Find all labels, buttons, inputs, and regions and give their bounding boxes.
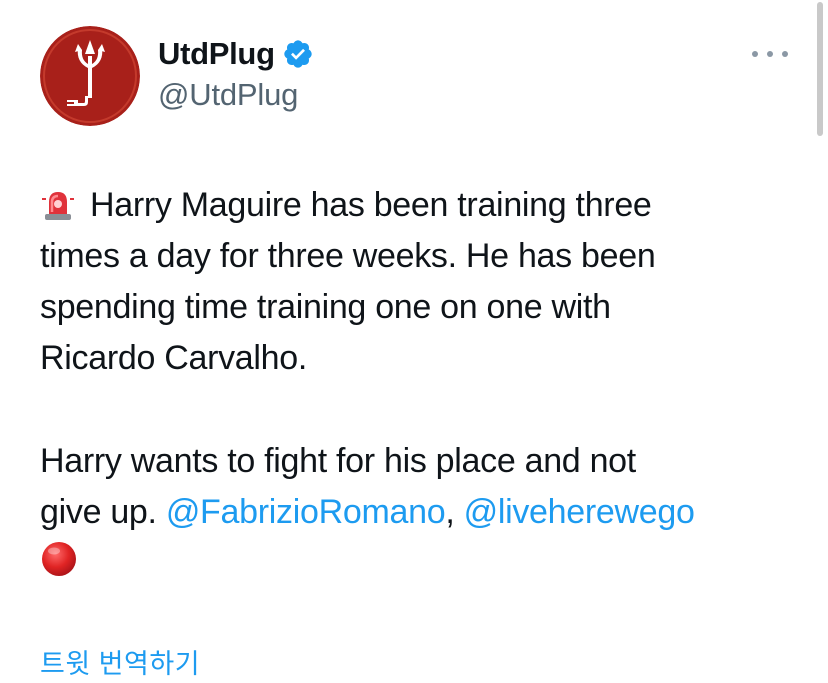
display-name[interactable]: UtdPlug	[158, 36, 275, 72]
tweet-line-7	[40, 538, 800, 589]
tweet-text: Harry Maguire has been training three ti…	[40, 180, 800, 589]
scrollbar[interactable]	[817, 2, 823, 136]
tweet-line: Harry Maguire has been training three	[40, 180, 800, 231]
translate-tweet-link[interactable]: 트윗 번역하기	[40, 642, 200, 681]
trident-plug-logo-icon	[40, 26, 140, 126]
more-options-button[interactable]	[752, 42, 788, 66]
tweet-line-3: spending time training one on one with	[40, 288, 611, 326]
verified-badge-icon	[282, 38, 314, 70]
mention-liveherewego[interactable]: @liveherewego	[464, 493, 695, 531]
tweet-line-2: times a day for three weeks. He has been	[40, 237, 656, 275]
name-row: UtdPlug	[158, 34, 314, 74]
tweet-line-1: Harry Maguire has been training three	[90, 186, 652, 224]
avatar[interactable]	[40, 26, 140, 126]
tweet: UtdPlug @UtdPlug Harry Maguire has been …	[0, 0, 828, 683]
tweet-line-5: Harry wants to fight for his place and n…	[40, 442, 636, 480]
handle[interactable]: @UtdPlug	[158, 77, 314, 113]
author-info: UtdPlug @UtdPlug	[158, 34, 314, 113]
more-dot	[767, 51, 773, 57]
mention-fabrizioromano[interactable]: @FabrizioRomano	[166, 493, 446, 531]
mention-separator: ,	[445, 493, 464, 531]
tweet-line-6: give up. @FabrizioRomano, @liveherewego	[40, 487, 800, 538]
more-dot	[782, 51, 788, 57]
red-circle-emoji-icon	[40, 540, 78, 593]
tweet-line-6-prefix: give up.	[40, 493, 166, 531]
police-light-emoji-icon	[40, 186, 76, 237]
more-horizontal-icon	[752, 51, 758, 57]
tweet-line-4: Ricardo Carvalho.	[40, 339, 308, 377]
